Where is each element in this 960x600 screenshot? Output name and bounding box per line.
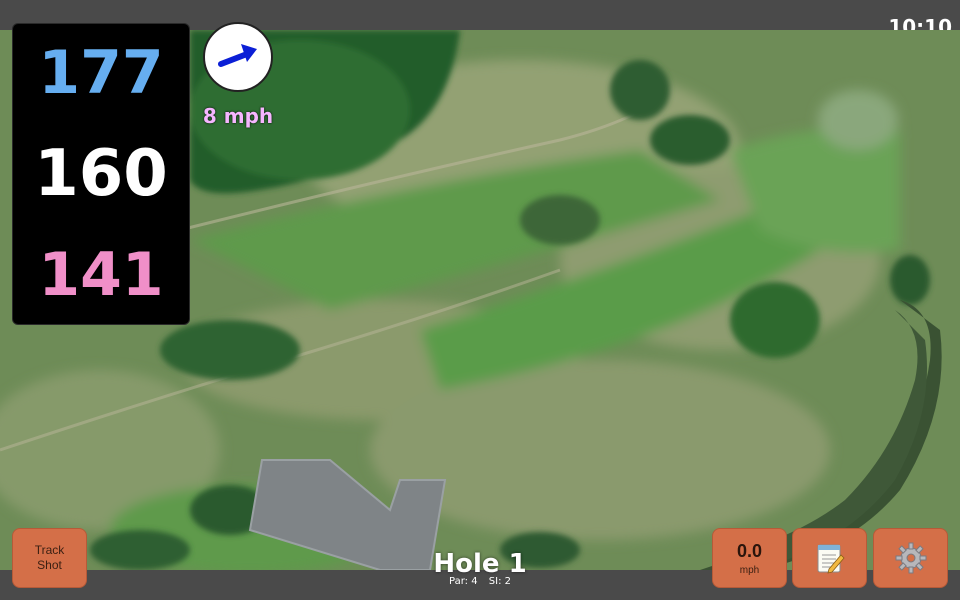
notes-button[interactable] [792, 528, 867, 588]
front-distance: 141 [38, 239, 164, 310]
hole-stroke-index: SI: 2 [488, 576, 511, 587]
speed-value: 0.0 [736, 540, 763, 561]
hole-par: Par: 4 [449, 576, 478, 587]
wind-speed: 8 mph [202, 104, 274, 128]
gear-icon [895, 542, 926, 574]
distance-panel: 177 160 141 [12, 23, 190, 325]
hole-meta: Par: 4 SI: 2 [380, 576, 580, 587]
notepad-icon [817, 544, 845, 574]
wind-indicator [203, 22, 273, 92]
track-shot-label-line1: Track [34, 543, 65, 557]
speed-unit: mph [739, 564, 760, 576]
wind-direction-arrow-icon [218, 44, 257, 67]
middle-distance: 160 [34, 136, 168, 211]
hole-title: Hole 1 [433, 549, 527, 579]
speed-button[interactable]: 0.0 mph [712, 528, 787, 588]
back-distance: 177 [38, 38, 164, 109]
track-shot-button[interactable]: Track Shot [12, 528, 87, 588]
settings-button[interactable] [873, 528, 948, 588]
track-shot-label-line2: Shot [37, 558, 62, 572]
